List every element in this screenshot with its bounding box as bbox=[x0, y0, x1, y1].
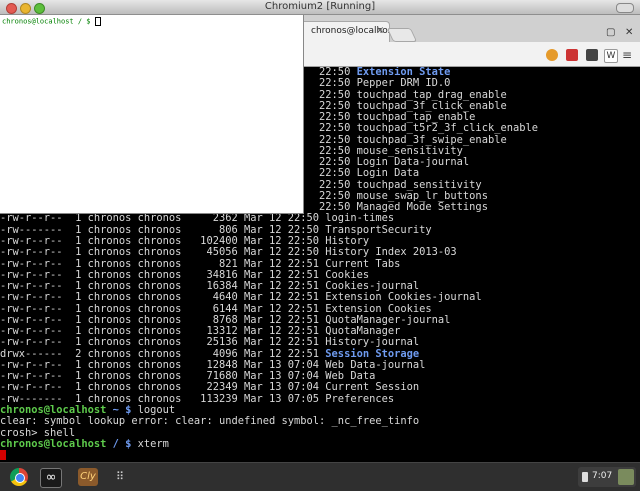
toolbar-toggle-button[interactable] bbox=[616, 3, 634, 13]
browser-chrome: chronos@localhost:/ × ▢ ✕ W ≡ bbox=[300, 15, 640, 67]
tab-strip: chronos@localhost:/ × ▢ ✕ bbox=[300, 15, 640, 42]
ls-entry-name: History bbox=[325, 234, 370, 247]
ls-entry-name: History Index 2013-03 bbox=[325, 246, 457, 259]
ls-entry-name: Current Session bbox=[325, 381, 420, 394]
xterm-prompt: chronos@localhost / $ bbox=[2, 17, 101, 26]
chrome-app-icon[interactable] bbox=[10, 468, 28, 486]
ls-entry-name: Login Data bbox=[356, 167, 420, 180]
shelf: ∞ Cly ⠿ 7:07 bbox=[0, 462, 640, 491]
window-title: Chromium2 [Running] bbox=[264, 1, 376, 12]
ls-entry-name: touchpad_3f_click_enable bbox=[356, 99, 507, 112]
ls-entry-name: touchpad_t5r2_3f_click_enable bbox=[356, 122, 538, 135]
terminal-cursor bbox=[0, 450, 6, 461]
ls-entry-name: Web Data bbox=[325, 370, 376, 383]
ls-entry-name: Pepper DRM ID.0 bbox=[356, 77, 451, 90]
status-tray[interactable]: 7:07 bbox=[578, 467, 636, 487]
ls-entry-name: Managed Mode Settings bbox=[356, 201, 488, 214]
battery-icon bbox=[582, 472, 588, 482]
ls-entry-name: touchpad_tap_drag_enable bbox=[356, 88, 507, 101]
host-window-titlebar: Chromium2 [Running] bbox=[0, 0, 640, 15]
close-window-icon[interactable]: ✕ bbox=[625, 27, 633, 38]
ls-entry-name: mouse_swap_lr_buttons bbox=[356, 189, 488, 202]
ls-entry-name: Extension Cookies bbox=[325, 302, 432, 315]
ls-entry-name: Current Tabs bbox=[325, 257, 401, 270]
wikipedia-extension-icon[interactable]: W bbox=[604, 49, 618, 63]
ls-entry-name: Cookies bbox=[325, 268, 370, 281]
tab-close-icon[interactable]: × bbox=[376, 25, 384, 36]
xterm-window[interactable]: chronos@localhost / $ bbox=[0, 15, 304, 214]
ls-entry-name: Login Data-journal bbox=[356, 156, 470, 169]
terminal-cursor-line bbox=[0, 450, 640, 461]
ls-entry-name: Preferences bbox=[325, 392, 395, 405]
new-tab-button[interactable] bbox=[386, 28, 418, 42]
ls-entry-name: touchpad_sensitivity bbox=[356, 178, 482, 191]
app-launcher-icon[interactable]: ⠿ bbox=[110, 468, 130, 486]
ls-entry-name: Web Data-journal bbox=[325, 358, 426, 371]
ls-entry-name: TransportSecurity bbox=[325, 223, 432, 236]
car-extension-icon[interactable] bbox=[566, 49, 578, 61]
browser-toolbar: W ≡ bbox=[300, 42, 640, 67]
xterm-cursor bbox=[94, 17, 101, 26]
ls-entry-name: touchpad_tap_enable bbox=[356, 111, 476, 124]
menu-icon[interactable]: ≡ bbox=[622, 48, 632, 62]
infinity-app-icon[interactable]: ∞ bbox=[40, 468, 62, 488]
ls-entry-name: Session Storage bbox=[325, 347, 420, 360]
ls-entry-name: QuotaManager bbox=[325, 325, 401, 338]
cly-app-icon[interactable]: Cly bbox=[78, 468, 98, 486]
cookie-extension-icon[interactable] bbox=[546, 49, 558, 61]
puzzle-extension-icon[interactable] bbox=[586, 49, 598, 61]
restore-window-icon[interactable]: ▢ bbox=[606, 27, 615, 38]
ls-entry-name: Extension Cookies-journal bbox=[325, 291, 482, 304]
ls-entry-name: touchpad_3f_swipe_enable bbox=[356, 133, 507, 146]
ls-entry-name: mouse_sensitivity bbox=[356, 144, 463, 157]
terminal-line: chronos@localhost / $ xterm bbox=[0, 437, 169, 450]
ls-entry-name: QuotaManager-journal bbox=[325, 313, 451, 326]
avatar bbox=[618, 469, 634, 485]
terminal-line: clear: symbol lookup error: clear: undef… bbox=[0, 415, 420, 428]
ls-entry-name: History-journal bbox=[325, 336, 420, 349]
ls-entry-name: Cookies-journal bbox=[325, 280, 420, 293]
ls-entry-name: login-times bbox=[325, 212, 395, 225]
clock: 7:07 bbox=[592, 471, 613, 481]
